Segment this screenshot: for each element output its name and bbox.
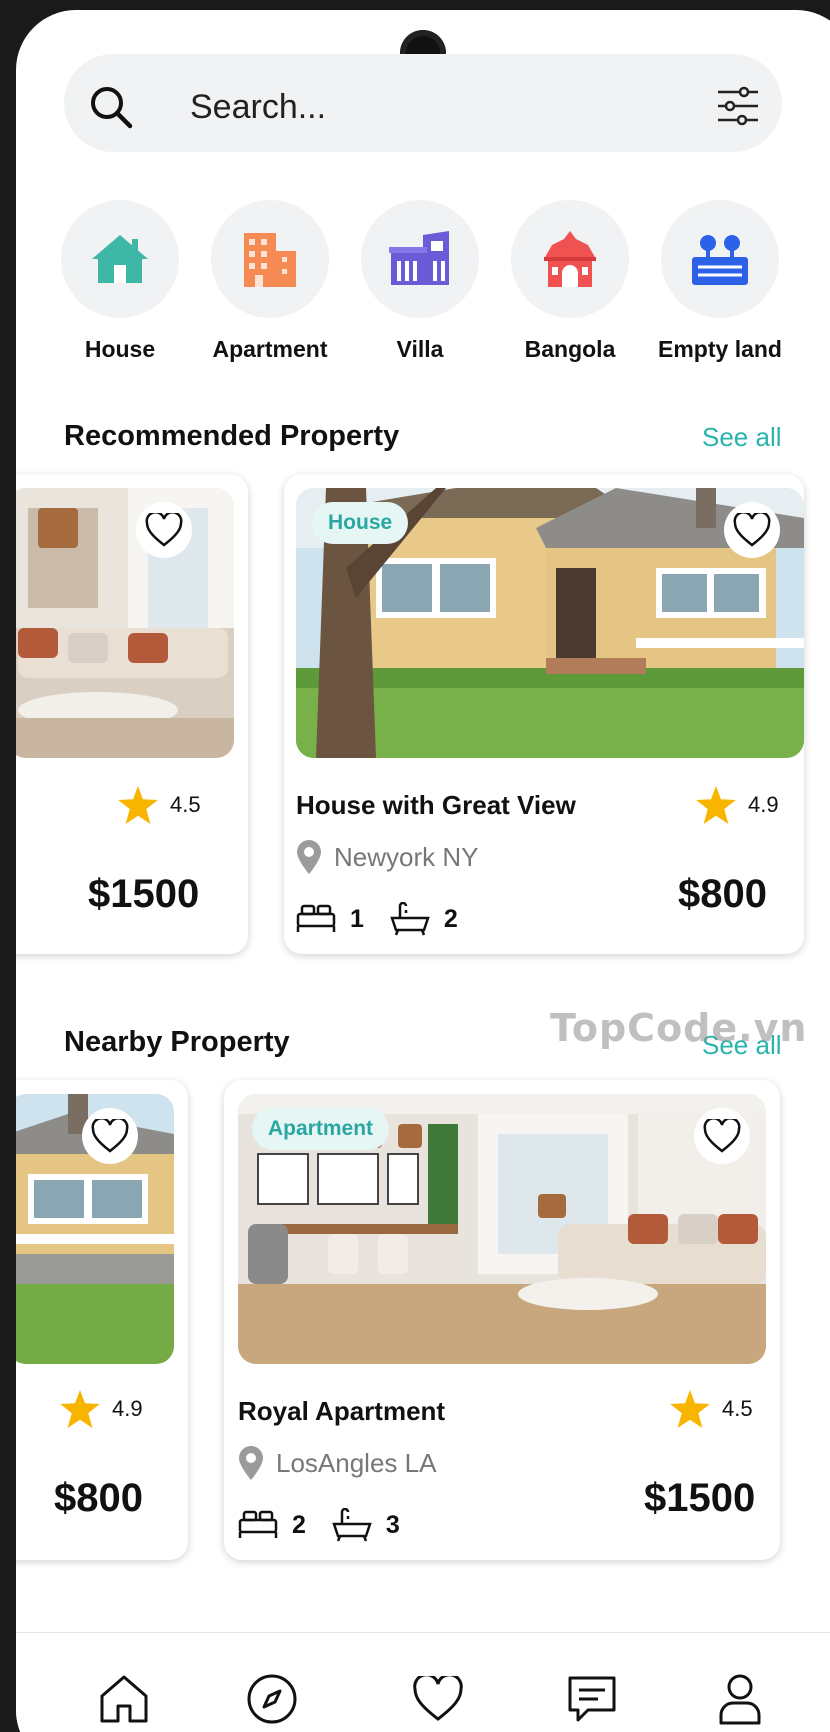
recommended-see-all-link[interactable]: See all bbox=[702, 422, 782, 453]
favorite-button[interactable] bbox=[136, 502, 192, 558]
heart-icon bbox=[413, 1676, 463, 1721]
bed-count: 1 bbox=[350, 904, 364, 933]
bangola-icon bbox=[544, 231, 596, 287]
rating-value: 4.9 bbox=[748, 792, 779, 817]
empty-land-icon bbox=[692, 235, 748, 285]
filter-sliders-icon[interactable] bbox=[716, 84, 760, 128]
rating-value: 4.5 bbox=[722, 1396, 753, 1421]
category-label: Apartment bbox=[212, 336, 328, 362]
category-villa[interactable]: Villa bbox=[352, 200, 488, 363]
search-icon bbox=[91, 87, 133, 129]
property-title: Royal Apartment bbox=[238, 1396, 446, 1426]
features: 1 2 bbox=[296, 902, 484, 936]
price: $800 bbox=[54, 1476, 143, 1520]
property-type-tag: House bbox=[312, 502, 409, 544]
bathtub-icon bbox=[332, 1508, 372, 1542]
favorite-button[interactable] bbox=[82, 1108, 138, 1164]
star-icon bbox=[60, 1390, 100, 1428]
nav-home[interactable] bbox=[94, 1669, 154, 1729]
rating: 4.5 bbox=[118, 786, 201, 824]
features: 2 3 bbox=[238, 1508, 426, 1542]
villa-icon bbox=[389, 231, 449, 285]
rating-value: 4.9 bbox=[112, 1396, 143, 1421]
bath-count: 3 bbox=[385, 1510, 400, 1539]
bed-icon bbox=[296, 904, 336, 932]
favorite-button[interactable] bbox=[694, 1108, 750, 1164]
recommended-card-2[interactable]: House House with Great View 4.9 Newyork … bbox=[284, 474, 804, 954]
price: $1500 bbox=[644, 1476, 756, 1520]
category-label: House bbox=[84, 336, 156, 362]
watermark: TopCode.vn bbox=[550, 1006, 808, 1050]
search-bar[interactable]: Search... bbox=[64, 54, 782, 152]
location-pin-icon bbox=[239, 1446, 263, 1480]
category-bangola[interactable]: Bangola bbox=[502, 200, 638, 363]
rating-value: 4.5 bbox=[170, 792, 201, 817]
location-text: Newyork NY bbox=[334, 841, 479, 872]
star-icon bbox=[118, 786, 158, 824]
nearby-card-2[interactable]: Apartment Royal Apartment 4.5 LosAngles … bbox=[224, 1080, 780, 1560]
star-icon bbox=[670, 1390, 710, 1428]
category-list: House Apartment Villa Bangola Empty land bbox=[61, 200, 822, 380]
category-label: Empty land bbox=[658, 336, 782, 362]
location: LosAngles LA bbox=[238, 1446, 436, 1480]
nav-explore[interactable] bbox=[242, 1669, 302, 1729]
profile-icon bbox=[719, 1674, 761, 1725]
rating: 4.5 bbox=[670, 1390, 753, 1428]
recommended-title: Recommended Property bbox=[64, 420, 400, 452]
property-type-tag: Apartment bbox=[252, 1108, 390, 1150]
category-house[interactable]: House bbox=[52, 200, 188, 363]
heart-icon bbox=[703, 1119, 741, 1153]
category-label: Villa bbox=[396, 336, 444, 362]
search-input[interactable]: Search... bbox=[190, 88, 326, 127]
nearby-title: Nearby Property bbox=[64, 1026, 290, 1058]
bath-count: 2 bbox=[443, 904, 458, 933]
nav-profile[interactable] bbox=[710, 1669, 770, 1729]
recommended-card-1[interactable]: 4.5 $1500 bbox=[16, 474, 248, 954]
rating: 4.9 bbox=[60, 1390, 143, 1428]
category-apartment[interactable]: Apartment bbox=[202, 200, 338, 363]
compass-icon bbox=[247, 1674, 297, 1724]
heart-icon bbox=[91, 1119, 129, 1153]
heart-icon bbox=[145, 513, 183, 547]
nav-messages[interactable] bbox=[562, 1669, 622, 1729]
favorite-button[interactable] bbox=[724, 502, 780, 558]
chat-icon bbox=[568, 1676, 616, 1722]
price: $800 bbox=[678, 872, 767, 916]
bathtub-icon bbox=[390, 902, 430, 936]
rating: 4.9 bbox=[696, 786, 779, 824]
apartment-building-icon bbox=[244, 233, 296, 287]
nav-favorites[interactable] bbox=[408, 1669, 468, 1729]
price: $1500 bbox=[88, 872, 200, 916]
heart-icon bbox=[733, 513, 771, 547]
house-icon bbox=[92, 235, 148, 283]
location-pin-icon bbox=[297, 840, 321, 874]
home-icon bbox=[100, 1675, 148, 1723]
phone-screen: Search... House Apartment Villa Bangola … bbox=[16, 10, 830, 1732]
star-icon bbox=[696, 786, 736, 824]
property-photo bbox=[16, 488, 234, 758]
nearby-card-1[interactable]: 4.9 $800 bbox=[16, 1080, 188, 1560]
bed-icon bbox=[238, 1510, 278, 1538]
bed-count: 2 bbox=[292, 1510, 306, 1539]
location: Newyork NY bbox=[296, 840, 478, 874]
bottom-nav bbox=[16, 1632, 830, 1732]
location-text: LosAngles LA bbox=[276, 1447, 437, 1478]
category-label: Bangola bbox=[524, 336, 616, 362]
property-title: House with Great View bbox=[296, 790, 576, 820]
category-empty-land[interactable]: Empty land bbox=[652, 200, 788, 363]
